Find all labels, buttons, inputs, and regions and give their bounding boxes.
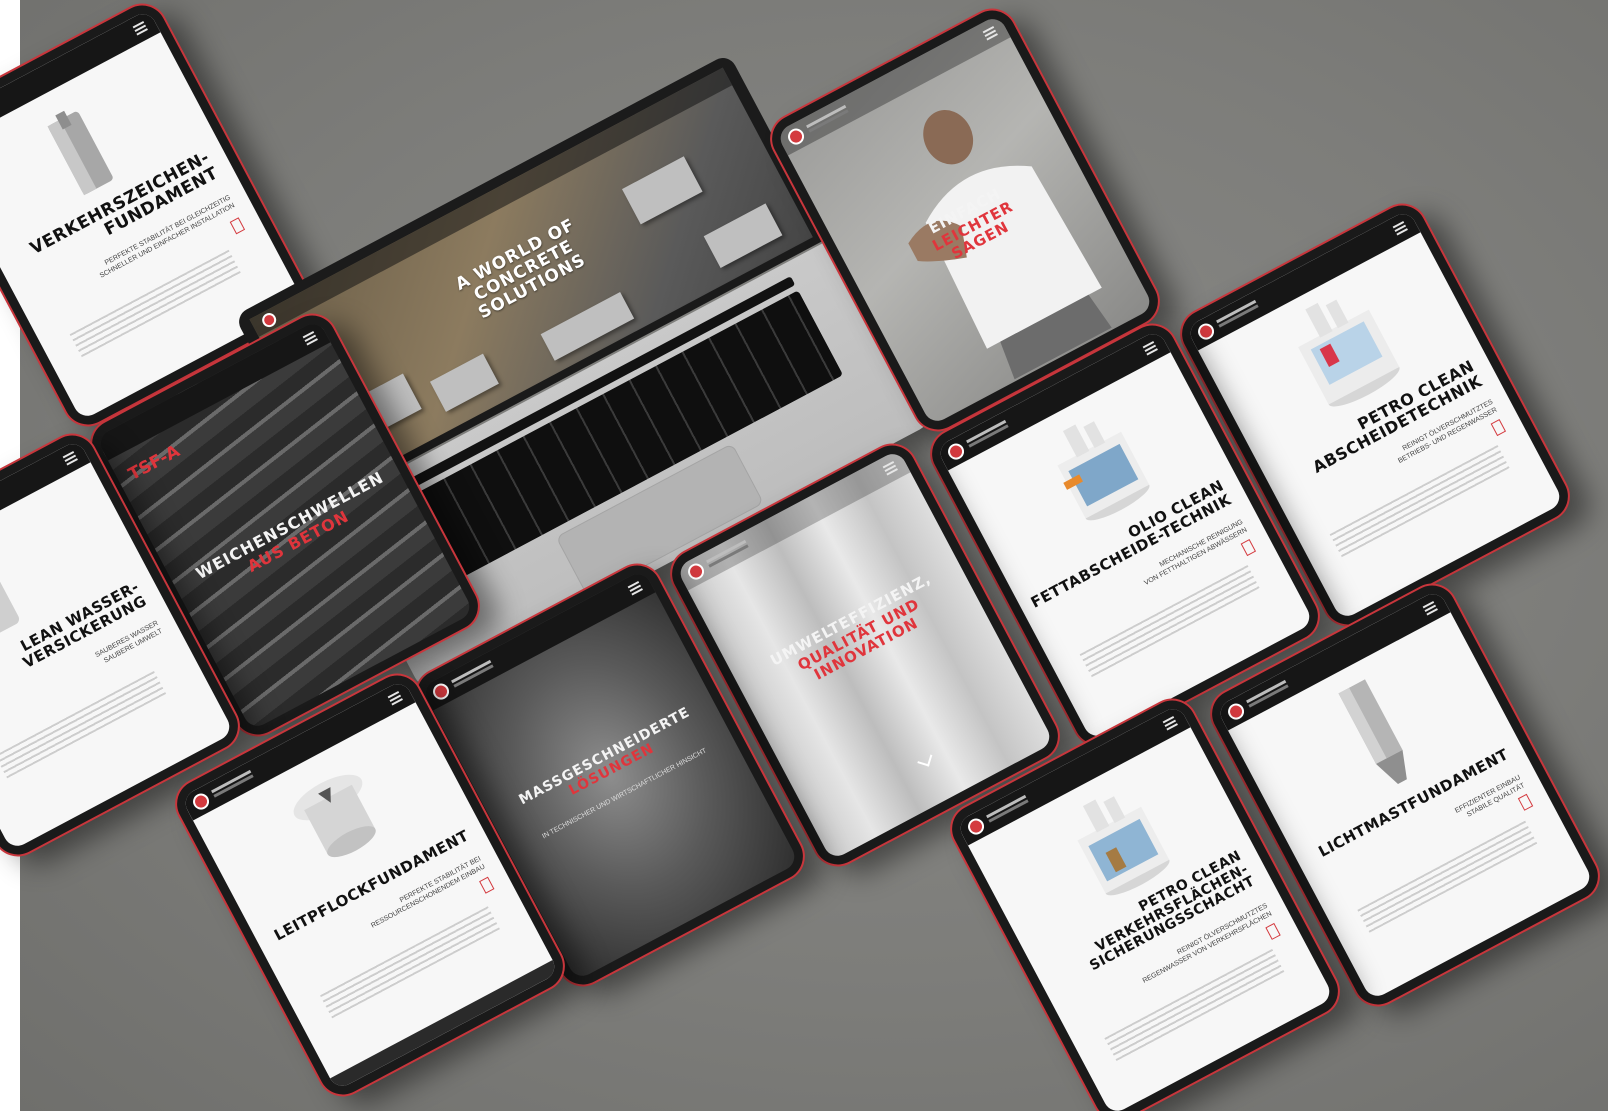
concrete-block [703,203,783,269]
hamburger-menu-icon[interactable] [302,331,315,339]
body-text-lines [1329,445,1510,558]
hamburger-menu-icon[interactable] [982,26,995,34]
accent-marker [479,876,495,894]
accent-marker [1265,922,1281,940]
hero-headline: WEICHENSCHWELLEN AUS BETON [189,466,400,600]
brand-logo-icon [785,125,807,148]
brand-logo-icon [190,790,212,813]
brand-logo-icon [685,560,707,583]
guide-post-foundation-icon [293,774,376,858]
brand-logo-icon [1195,320,1217,343]
hero-line-1: WEICHENSCHWELLEN [192,467,387,583]
accent-marker [1240,539,1257,557]
traffic-sign-foundation-icon [47,110,113,196]
brand-wordmark [966,419,1007,444]
light-mast-foundation-icon [1338,679,1407,784]
hamburger-menu-icon[interactable] [132,21,145,29]
accent-marker [229,217,246,235]
brand-wordmark [986,794,1027,819]
hamburger-menu-icon[interactable] [1422,601,1435,609]
brand-wordmark [1216,299,1257,324]
hamburger-menu-icon[interactable] [62,451,75,459]
concrete-block [429,353,499,412]
hamburger-menu-icon[interactable] [1142,341,1155,349]
brand-logo-icon [1225,700,1247,723]
brand-wordmark [211,769,252,794]
product-badge: TSF-A [125,441,184,485]
site-header [0,439,91,581]
brand-logo-icon [430,680,452,703]
hero-line-2: AUS BETON [244,506,352,576]
brand-logo-icon[interactable] [259,310,279,330]
brand-wordmark [806,104,847,129]
hamburger-menu-icon[interactable] [882,461,895,469]
body-text-lines [1357,820,1538,933]
brand-wordmark [1246,679,1287,704]
brand-logo-icon [965,815,987,838]
grease-separator-icon [1057,421,1150,521]
hero-headline: UMWELTEFFIZIENZ, QUALITÄT UND INNOVATION [750,561,967,708]
scroll-down-chevron-icon[interactable] [917,751,933,767]
accent-marker [1517,793,1534,811]
hamburger-menu-icon[interactable] [1392,221,1405,229]
infiltration-shaft-icon [0,567,20,635]
hamburger-menu-icon[interactable] [387,691,400,699]
hero-line-2: QUALITÄT UND [794,594,923,674]
brand-wordmark [706,539,747,564]
body-text-lines [1079,565,1260,678]
concrete-block [621,156,703,225]
body-text-lines [1104,948,1285,1062]
accent-marker [1490,419,1507,437]
hamburger-menu-icon[interactable] [627,581,640,589]
hamburger-menu-icon[interactable] [1162,716,1175,724]
brand-wordmark [451,659,492,684]
mockup-scene: VERKEHRSZEICHEN- FUNDAMENT PERFEKTE STAB… [0,0,1608,1111]
brand-logo-icon [945,440,967,463]
hero-line-2: LÖSUNGEN [566,740,658,800]
